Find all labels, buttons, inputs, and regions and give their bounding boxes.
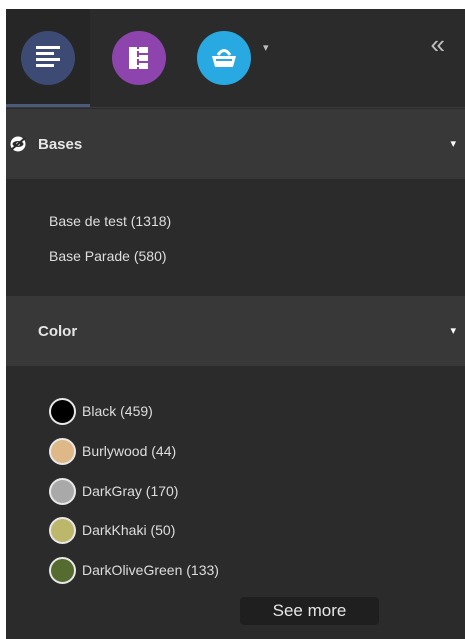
color-label: DarkKhaki (50) — [82, 522, 176, 538]
see-more-button[interactable]: See more — [240, 597, 379, 625]
sidebar-panel: ▾ « Bases ▾ Base de test (1318) Base Par… — [6, 9, 465, 639]
color-swatch — [49, 397, 76, 425]
list-item[interactable]: Black (459) — [49, 396, 153, 426]
list-item[interactable]: DarkGray (170) — [49, 476, 178, 506]
color-swatch — [49, 516, 76, 544]
bases-section-header[interactable]: Bases ▾ — [6, 109, 465, 179]
color-label: DarkOliveGreen (133) — [82, 562, 219, 578]
chevron-down-icon: ▾ — [450, 325, 456, 337]
list-item[interactable]: Burlywood (44) — [49, 436, 176, 466]
color-swatch — [49, 437, 76, 465]
color-label: Burlywood (44) — [82, 443, 177, 459]
basket-dropdown-caret[interactable]: ▾ — [263, 41, 269, 54]
bases-section-title: Bases — [38, 135, 83, 153]
basket-icon — [197, 31, 251, 85]
chevron-down-icon: ▾ — [450, 138, 456, 150]
collapse-panel-icon[interactable]: « — [431, 31, 445, 57]
toolbar: ▾ « — [6, 9, 465, 108]
tab-list[interactable] — [6, 9, 90, 107]
color-section-title: Color — [38, 322, 78, 340]
color-section-header[interactable]: Color ▾ — [6, 296, 465, 366]
tree-icon — [112, 31, 166, 85]
tab-basket[interactable] — [189, 9, 259, 107]
list-item[interactable]: Base Parade (580) — [49, 248, 167, 264]
tab-tree[interactable] — [104, 9, 174, 107]
list-item[interactable]: Base de test (1318) — [49, 213, 171, 229]
color-label: Black (459) — [82, 403, 153, 419]
list-item[interactable]: DarkKhaki (50) — [49, 515, 175, 545]
list-icon — [21, 31, 75, 85]
list-item[interactable]: DarkOliveGreen (133) — [49, 555, 219, 585]
hidden-eye-icon[interactable] — [8, 136, 28, 157]
color-label: DarkGray (170) — [82, 483, 179, 499]
color-swatch — [49, 556, 76, 584]
color-swatch — [49, 477, 76, 505]
